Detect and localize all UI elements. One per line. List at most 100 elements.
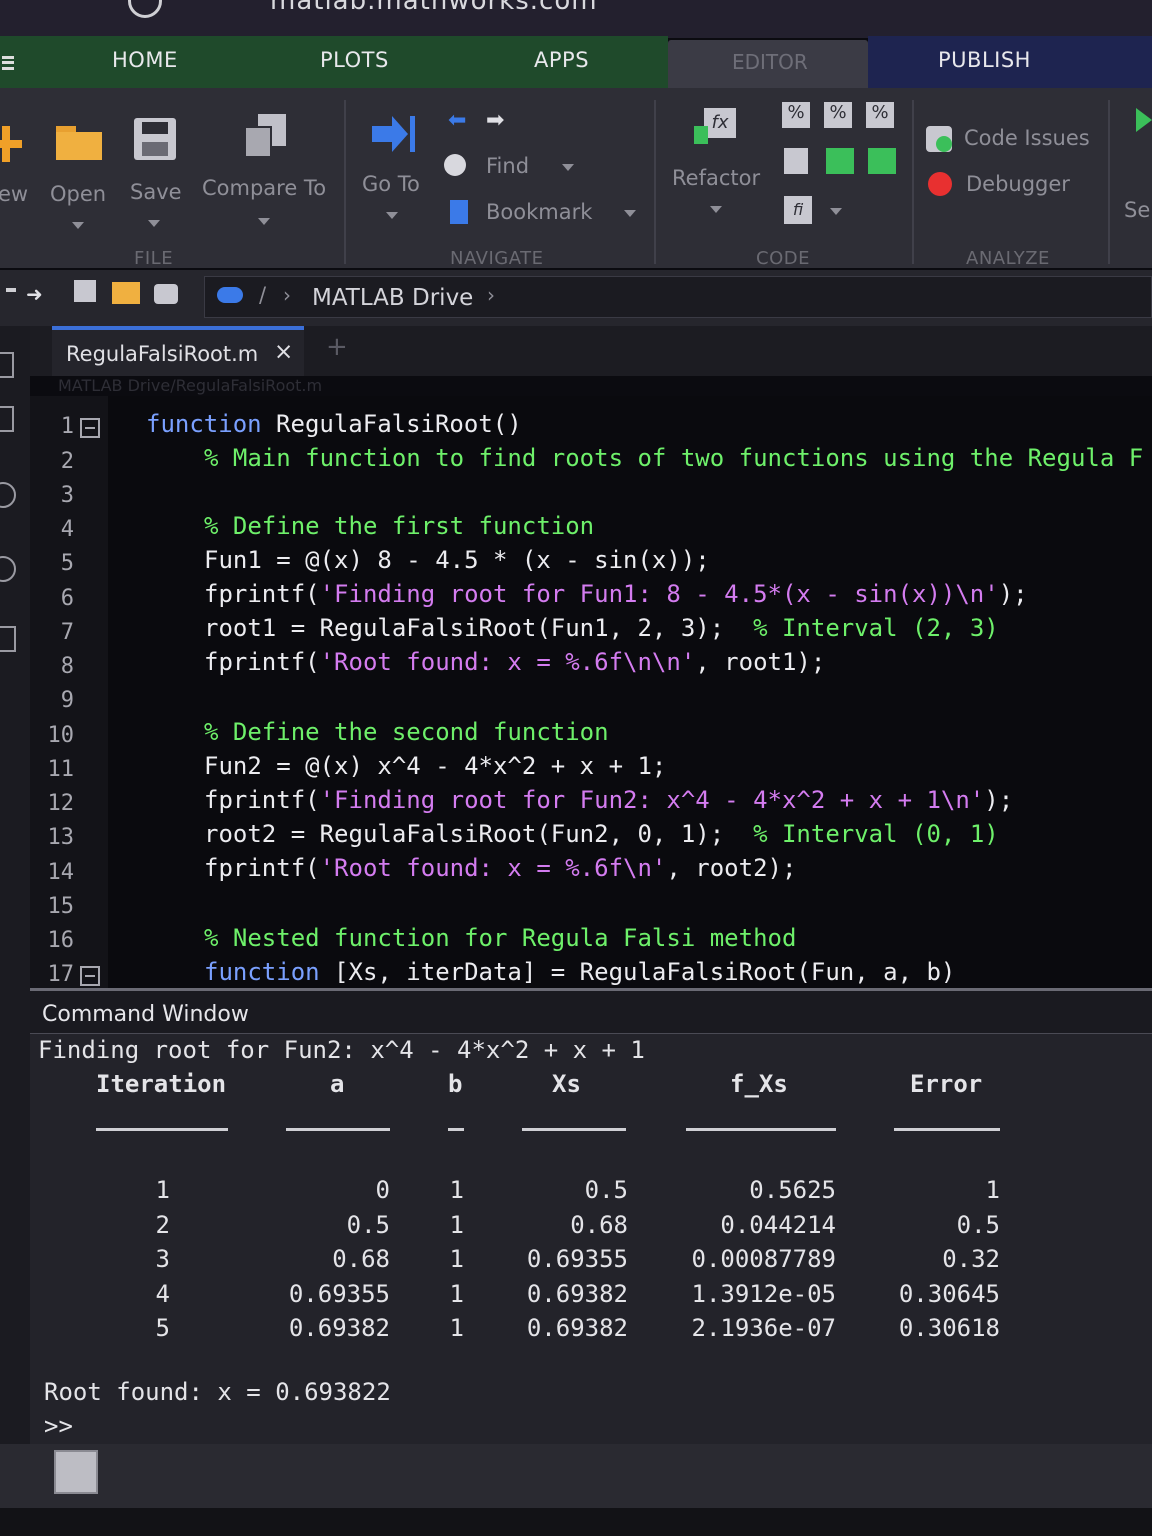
os-taskbar	[0, 1508, 1152, 1536]
command-prompt[interactable]: >>	[44, 1412, 73, 1440]
table-cell: 1	[449, 1245, 464, 1273]
save-icon[interactable]	[134, 118, 176, 160]
open-button[interactable]: Open	[50, 182, 106, 206]
code-line-1[interactable]: function RegulaFalsiRoot()	[146, 410, 522, 438]
history-icon[interactable]	[0, 482, 16, 508]
code-line-16[interactable]: % Nested function for Regula Falsi metho…	[204, 924, 796, 952]
code-issues-icon[interactable]	[926, 126, 952, 152]
workspace-icon[interactable]	[0, 406, 14, 432]
command-history-icon[interactable]	[54, 1450, 98, 1494]
close-tab-icon[interactable]: ×	[274, 339, 293, 365]
code-line-14[interactable]: fprintf('Root found: x = %.6f\n', root2)…	[204, 854, 796, 882]
table-cell: 1	[449, 1210, 464, 1239]
code-line-10[interactable]: % Define the second function	[204, 718, 609, 746]
clock-icon[interactable]	[0, 556, 16, 582]
line-number: 7	[60, 620, 74, 645]
table-cell: 0.30618	[898, 1314, 1000, 1342]
add-tab-icon[interactable]: +	[326, 332, 348, 362]
comment-icon[interactable]: %	[782, 102, 810, 128]
function-icon[interactable]: fi	[784, 196, 812, 224]
line-number: 11	[47, 757, 75, 782]
path-folder[interactable]: MATLAB Drive	[312, 285, 473, 311]
drive-sync-icon[interactable]	[154, 284, 178, 304]
refresh-icon[interactable]	[128, 0, 162, 18]
code-issues-button[interactable]: Code Issues	[964, 126, 1090, 150]
wrap-comments-icon[interactable]: %	[866, 102, 894, 128]
files-icon[interactable]	[0, 352, 14, 378]
code-editor[interactable]	[30, 396, 1152, 988]
code-line-17[interactable]: function [Xs, iterData] = RegulaFalsiRoo…	[204, 958, 955, 986]
debugger-icon[interactable]	[928, 172, 952, 196]
tab-apps[interactable]: APPS	[534, 48, 589, 72]
code-line-8[interactable]: fprintf('Root found: x = %.6f\n\n', root…	[204, 648, 825, 676]
table-cell: 0.32	[942, 1245, 1000, 1273]
output-result: Root found: x = 0.693822	[44, 1378, 391, 1406]
compare-button[interactable]: Compare To	[202, 176, 326, 200]
code-line-5[interactable]: Fun1 = @(x) 8 - 4.5 * (x - sin(x));	[204, 546, 710, 574]
fold-toggle-icon[interactable]	[80, 966, 100, 986]
tab-publish[interactable]: PUBLISH	[938, 48, 1031, 72]
forward-icon[interactable]: ➜	[26, 282, 43, 306]
menu-icon[interactable]	[2, 56, 14, 70]
refactor-button[interactable]: Refactor	[672, 166, 760, 190]
fold-toggle-icon[interactable]	[80, 418, 100, 438]
window-title: matlab.mathworks.com	[270, 0, 598, 16]
back-arrow-icon[interactable]: ⬅	[448, 108, 466, 133]
line-number: 2	[60, 449, 74, 474]
line-number: 4	[60, 517, 74, 542]
indent-icon[interactable]	[826, 148, 854, 174]
group-analyze: ANALYZE	[966, 248, 1050, 269]
tab-home[interactable]: HOME	[112, 48, 178, 72]
folder-icon[interactable]	[56, 126, 102, 160]
code-line-4[interactable]: % Define the first function	[204, 512, 594, 540]
header-underline	[96, 1128, 228, 1131]
line-number: 6	[60, 586, 74, 611]
run-section-button[interactable]: Se	[1124, 198, 1150, 222]
goto-button[interactable]: Go To	[362, 172, 420, 196]
smart-indent-icon[interactable]	[784, 148, 808, 174]
code-line-13[interactable]: root2 = RegulaFalsiRoot(Fun2, 0, 1); % I…	[204, 820, 999, 848]
line-number: 16	[47, 928, 75, 953]
bookmark-button[interactable]: Bookmark	[486, 200, 592, 224]
table-cell: 1	[449, 1279, 464, 1308]
up-folder-icon[interactable]	[74, 280, 96, 302]
forward-arrow-icon[interactable]: ➡	[486, 108, 504, 133]
table-cell: 5	[155, 1314, 170, 1342]
line-number: 8	[60, 654, 74, 679]
save-button[interactable]: Save	[130, 180, 182, 204]
code-line-11[interactable]: Fun2 = @(x) x^4 - 4*x^2 + x + 1;	[204, 752, 666, 780]
code-line-7[interactable]: root1 = RegulaFalsiRoot(Fun1, 2, 3); % I…	[204, 614, 999, 642]
table-cell: 0.5	[584, 1176, 628, 1204]
code-line-6[interactable]: fprintf('Finding root for Fun1: 8 - 4.5*…	[204, 580, 1028, 608]
run-icon[interactable]	[1136, 108, 1152, 132]
uncomment-icon[interactable]: %	[824, 102, 852, 128]
addons-icon[interactable]	[0, 626, 16, 652]
output-intro: Finding root for Fun2: x^4 - 4*x^2 + x +…	[38, 1036, 645, 1064]
chevron-right-icon: ›	[487, 283, 495, 307]
back-icon[interactable]	[6, 288, 16, 292]
table-cell: 0.5	[346, 1210, 390, 1239]
table-cell: 1.3912e-05	[691, 1279, 837, 1308]
search-icon[interactable]	[444, 154, 466, 176]
find-button[interactable]: Find	[486, 154, 529, 178]
goto-icon[interactable]	[372, 116, 416, 152]
refactor-icon[interactable]: fx	[694, 108, 740, 148]
new-button[interactable]: ew	[0, 182, 28, 206]
col-a: a	[330, 1070, 345, 1098]
tab-plots[interactable]: PLOTS	[320, 48, 389, 72]
bookmark-icon[interactable]	[450, 200, 468, 224]
debugger-button[interactable]: Debugger	[966, 172, 1070, 196]
tab-editor[interactable]: EDITOR	[668, 40, 868, 88]
col-f-xs: f_Xs	[730, 1070, 788, 1098]
new-icon[interactable]	[0, 122, 22, 166]
line-number: 14	[47, 860, 75, 885]
code-line-2[interactable]: % Main function to find roots of two fun…	[204, 444, 1143, 472]
table-cell: 0.5	[956, 1210, 1000, 1239]
browse-folder-icon[interactable]	[112, 282, 140, 304]
compare-icon[interactable]	[244, 114, 288, 158]
code-line-12[interactable]: fprintf('Finding root for Fun2: x^4 - 4*…	[204, 786, 1013, 814]
editor-tab-label[interactable]: RegulaFalsiRoot.m	[66, 342, 258, 366]
line-number: 10	[47, 723, 75, 748]
table-cell: 0.044214	[720, 1210, 836, 1239]
outdent-icon[interactable]	[868, 148, 896, 174]
